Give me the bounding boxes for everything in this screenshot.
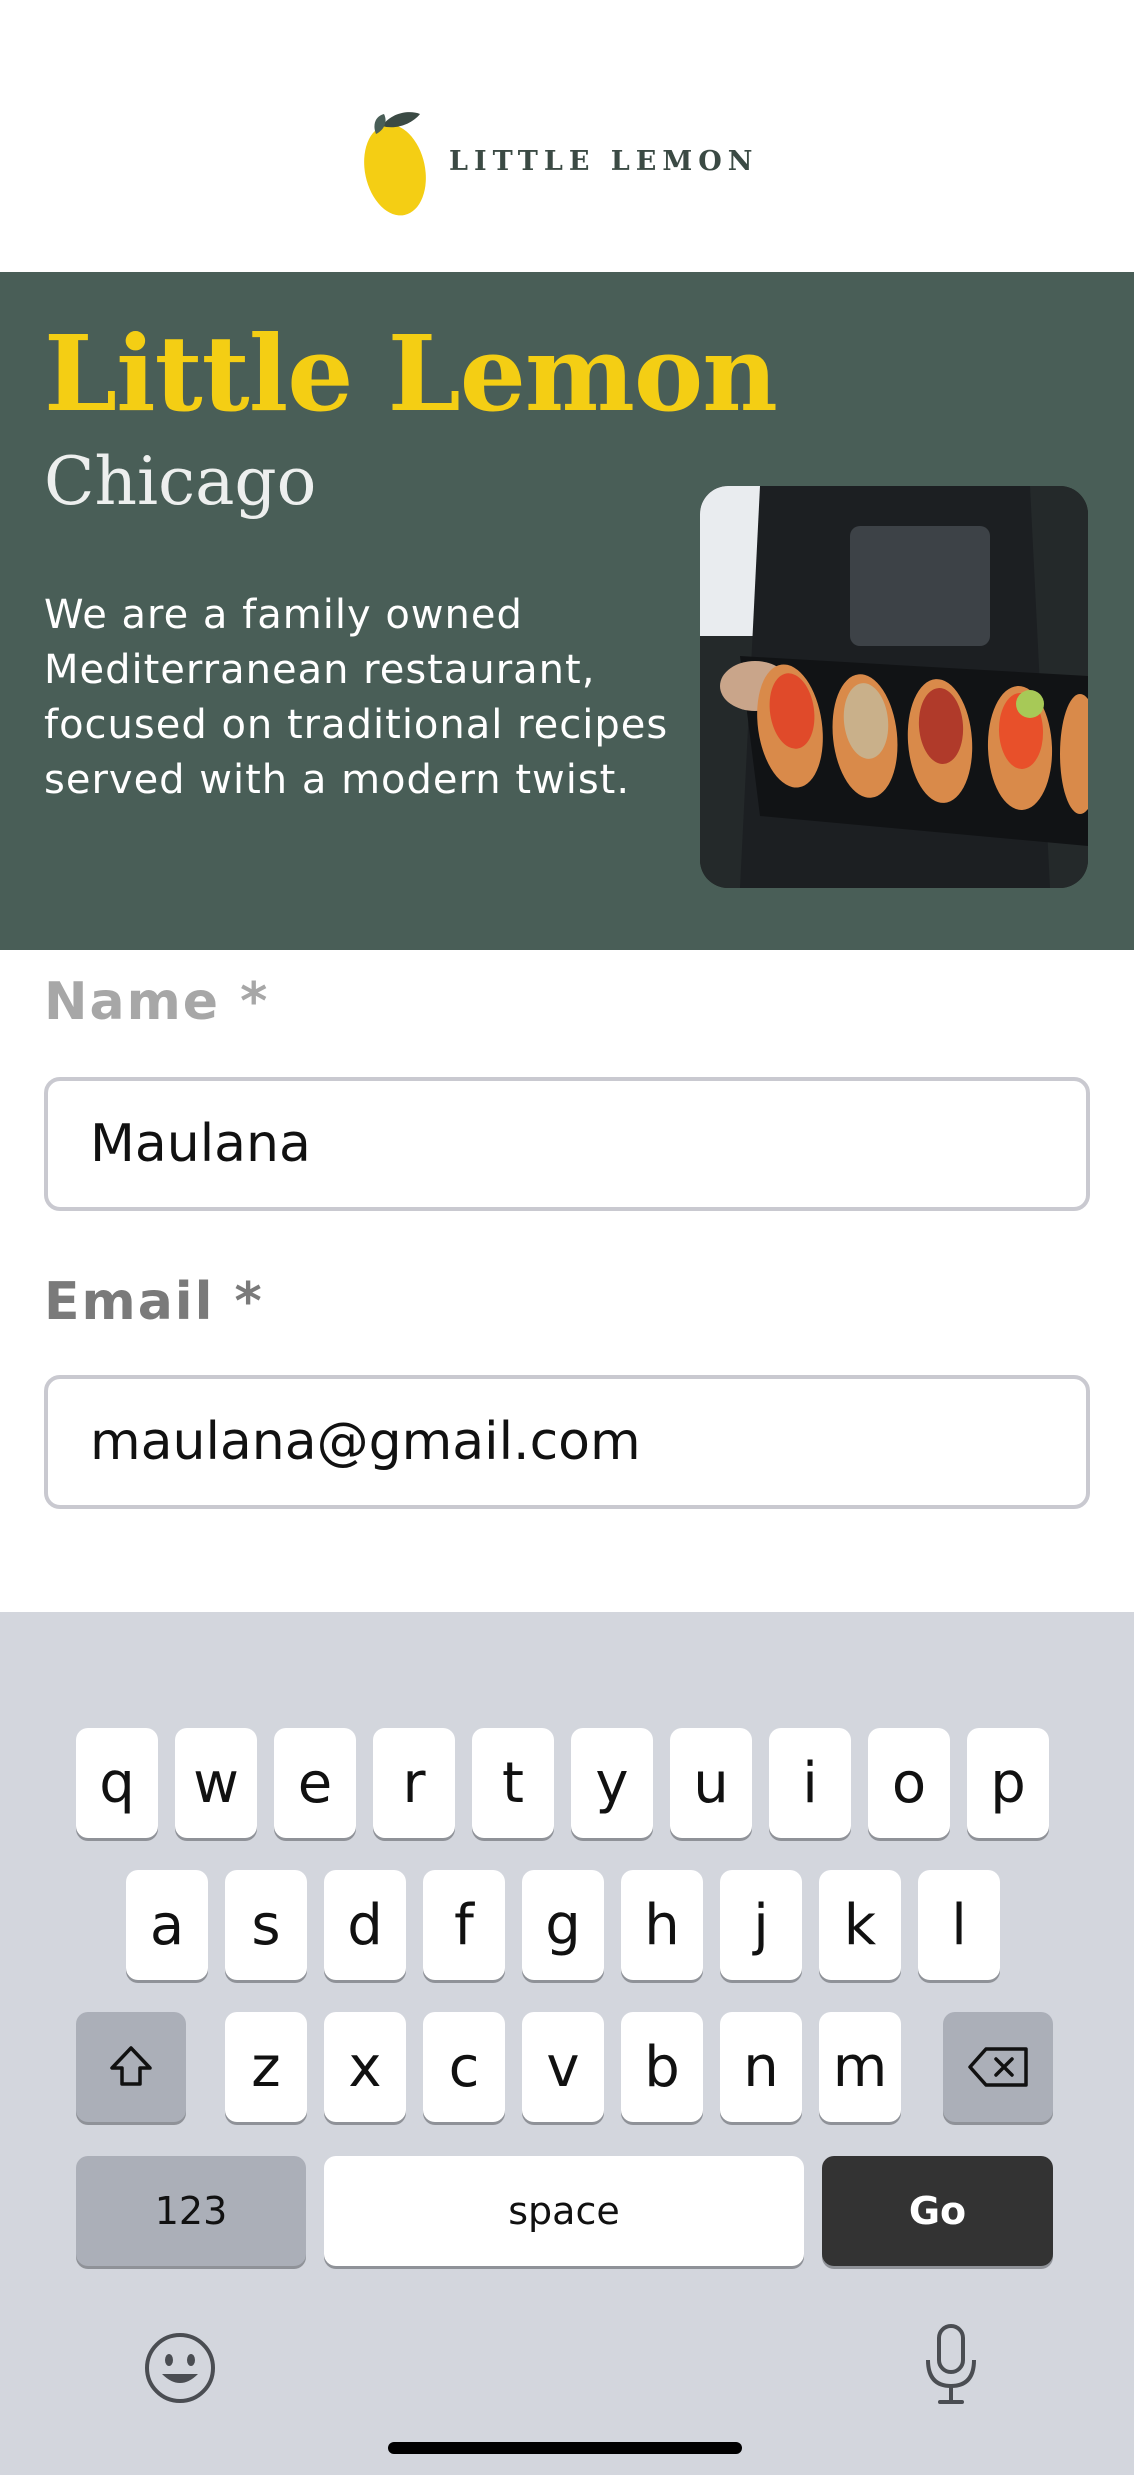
key-h[interactable]: h xyxy=(621,1870,703,1980)
numbers-key[interactable]: 123 xyxy=(76,2156,306,2266)
on-screen-keyboard: q w e r t y u i o p a s d f g h j k l z … xyxy=(0,1612,1134,2475)
hero-section: Little Lemon Chicago We are a family own… xyxy=(0,272,1134,950)
key-a[interactable]: a xyxy=(126,1870,208,1980)
key-n[interactable]: n xyxy=(720,2012,802,2122)
key-m[interactable]: m xyxy=(819,2012,901,2122)
backspace-icon xyxy=(968,2047,1028,2087)
key-y[interactable]: y xyxy=(571,1728,653,1838)
backspace-key[interactable] xyxy=(943,2012,1053,2122)
logo: LITTLE LEMON xyxy=(362,108,762,218)
name-input[interactable]: Maulana xyxy=(44,1077,1090,1211)
hero-title: Little Lemon xyxy=(44,312,778,435)
key-l[interactable]: l xyxy=(918,1870,1000,1980)
emoji-icon xyxy=(145,2333,215,2403)
key-o[interactable]: o xyxy=(868,1728,950,1838)
key-u[interactable]: u xyxy=(670,1728,752,1838)
key-g[interactable]: g xyxy=(522,1870,604,1980)
food-platter-image xyxy=(700,486,1088,888)
key-q[interactable]: q xyxy=(76,1728,158,1838)
hero-subtitle: Chicago xyxy=(44,443,317,520)
email-label: Email * xyxy=(44,1272,264,1332)
key-z[interactable]: z xyxy=(225,2012,307,2122)
key-k[interactable]: k xyxy=(819,1870,901,1980)
key-w[interactable]: w xyxy=(175,1728,257,1838)
emoji-button[interactable] xyxy=(142,2330,218,2406)
key-r[interactable]: r xyxy=(373,1728,455,1838)
go-key[interactable]: Go xyxy=(822,2156,1053,2266)
key-x[interactable]: x xyxy=(324,2012,406,2122)
lemon-icon xyxy=(364,112,426,216)
name-label: Name * xyxy=(44,972,270,1032)
home-indicator[interactable] xyxy=(388,2442,742,2454)
shift-key[interactable] xyxy=(76,2012,186,2122)
logo-text: LITTLE LEMON xyxy=(449,146,759,177)
hero-description: We are a family owned Mediterranean rest… xyxy=(44,592,669,803)
app-header: LITTLE LEMON xyxy=(0,0,1134,272)
microphone-icon xyxy=(926,2324,976,2404)
key-i[interactable]: i xyxy=(769,1728,851,1838)
key-t[interactable]: t xyxy=(472,1728,554,1838)
key-f[interactable]: f xyxy=(423,1870,505,1980)
key-b[interactable]: b xyxy=(621,2012,703,2122)
key-s[interactable]: s xyxy=(225,1870,307,1980)
key-j[interactable]: j xyxy=(720,1870,802,1980)
space-key[interactable]: space xyxy=(324,2156,804,2266)
key-c[interactable]: c xyxy=(423,2012,505,2122)
shift-icon xyxy=(110,2046,152,2086)
key-v[interactable]: v xyxy=(522,2012,604,2122)
key-e[interactable]: e xyxy=(274,1728,356,1838)
email-input[interactable]: maulana@gmail.com xyxy=(44,1375,1090,1509)
key-p[interactable]: p xyxy=(967,1728,1049,1838)
microphone-button[interactable] xyxy=(916,2322,986,2408)
key-d[interactable]: d xyxy=(324,1870,406,1980)
